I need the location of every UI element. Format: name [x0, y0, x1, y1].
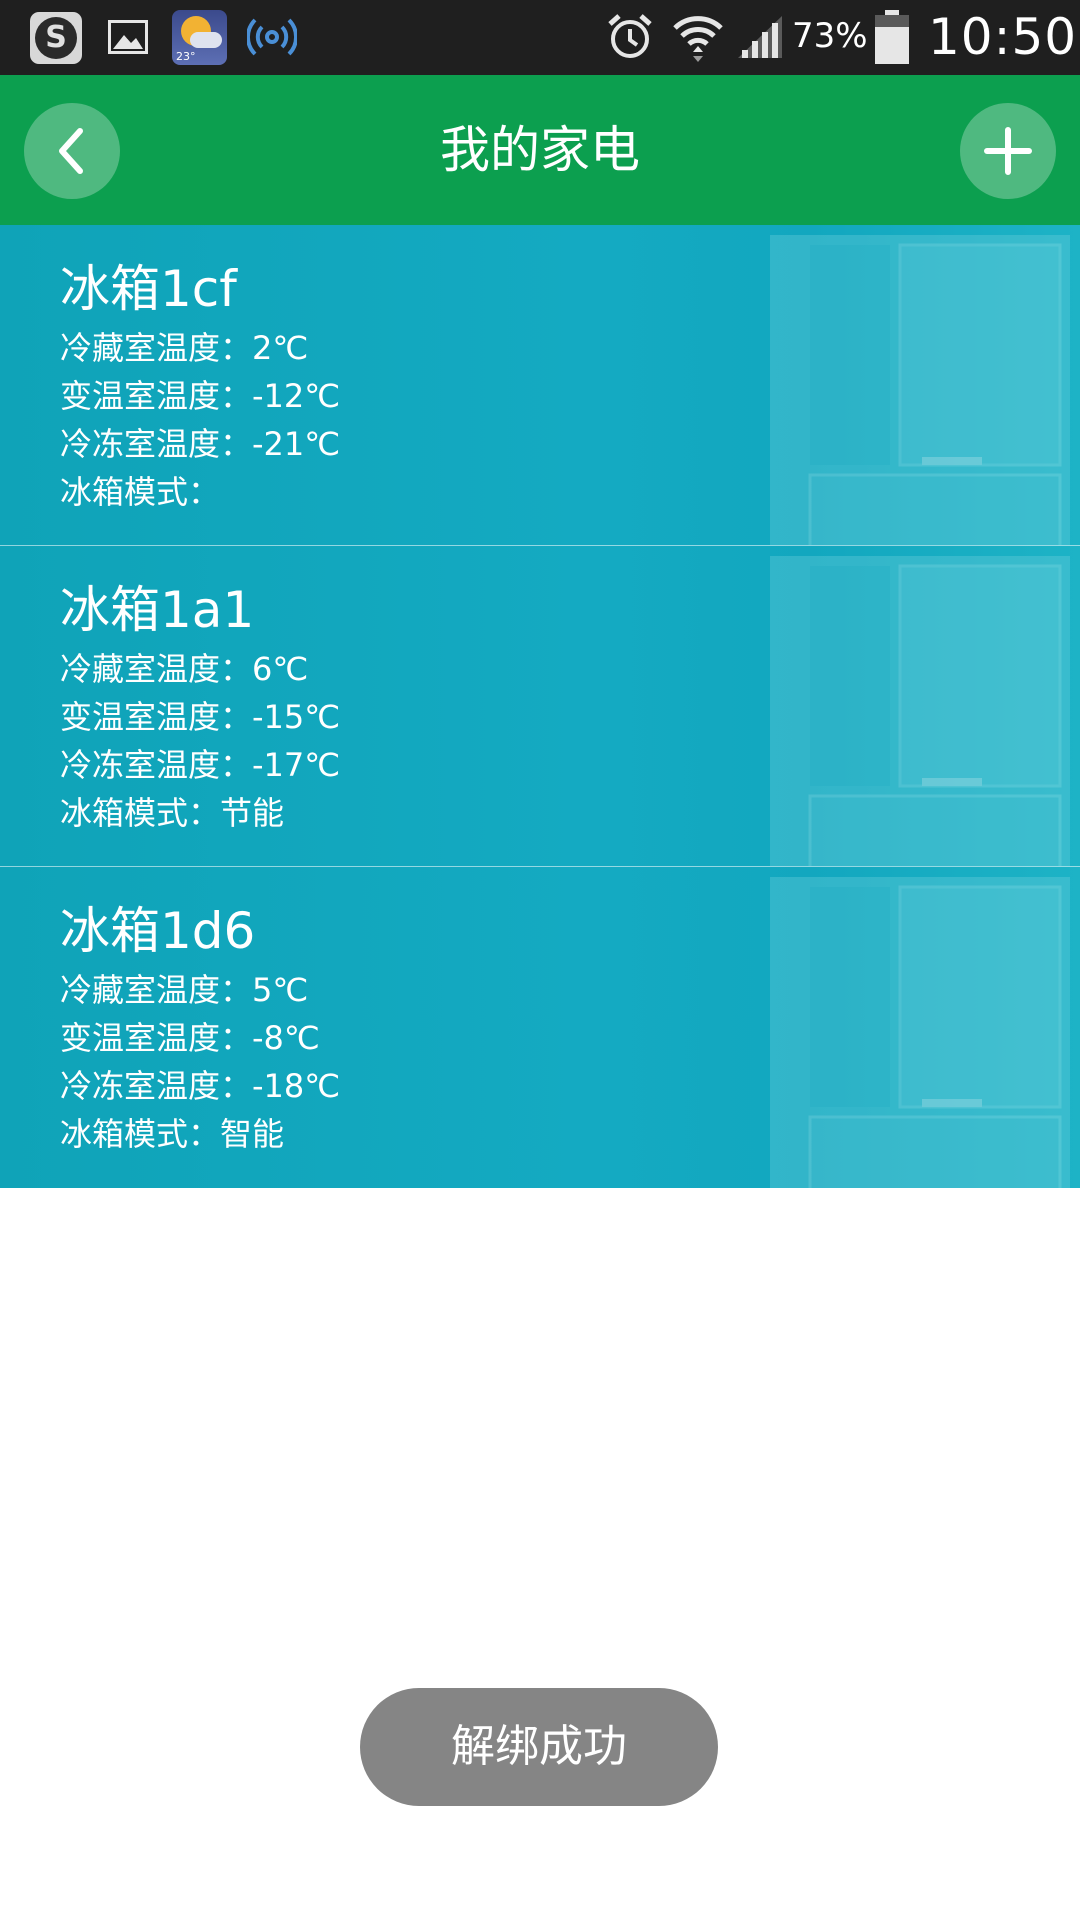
wireless-icon	[244, 8, 300, 66]
status-time: 10:50	[928, 8, 1078, 66]
app-header: 我的家电	[0, 75, 1080, 225]
device-name: 冰箱1d6	[60, 902, 256, 960]
status-bar: S 23° 73% 10:50	[0, 0, 1080, 75]
device-card[interactable]: 冰箱1a1 冷藏室温度：6℃ 变温室温度：-15℃ 冷冻室温度：-17℃ 冰箱模…	[0, 546, 1080, 867]
back-button[interactable]	[24, 103, 120, 199]
battery-icon	[872, 8, 912, 66]
cell-signal-icon	[734, 8, 786, 66]
plus-icon	[984, 127, 1032, 175]
fridge-mode: 冰箱模式：智能	[60, 1115, 285, 1153]
freezer-temp: 冷冻室温度：-18℃	[60, 1067, 341, 1105]
battery-percent: 73%	[792, 16, 868, 56]
gallery-icon	[106, 8, 150, 66]
weather-temp: 23°	[176, 50, 196, 63]
fridge-illustration	[770, 235, 1070, 545]
variable-temp: 变温室温度：-15℃	[60, 698, 341, 736]
device-list: 冰箱1cf 冷藏室温度：2℃ 变温室温度：-12℃ 冷冻室温度：-21℃ 冰箱模…	[0, 225, 1080, 1188]
device-card[interactable]: 冰箱1cf 冷藏室温度：2℃ 变温室温度：-12℃ 冷冻室温度：-21℃ 冰箱模…	[0, 225, 1080, 546]
weather-icon: 23°	[172, 10, 227, 65]
variable-temp: 变温室温度：-8℃	[60, 1019, 320, 1057]
fridge-mode: 冰箱模式：	[60, 473, 221, 511]
add-device-button[interactable]	[960, 103, 1056, 199]
device-name: 冰箱1a1	[60, 581, 255, 639]
page-title: 我的家电	[440, 121, 640, 179]
fridge-illustration	[770, 877, 1070, 1188]
alarm-icon	[603, 8, 657, 66]
fridge-temp: 冷藏室温度：6℃	[60, 650, 309, 688]
chevron-left-icon	[59, 128, 83, 174]
fridge-temp: 冷藏室温度：2℃	[60, 329, 309, 367]
freezer-temp: 冷冻室温度：-21℃	[60, 425, 341, 463]
screen: S 23° 73% 10:50 我的家电 冰箱1cf 冷藏室温度：2℃ 变温室温…	[0, 0, 1080, 1920]
toast-message: 解绑成功	[360, 1688, 718, 1806]
freezer-temp: 冷冻室温度：-17℃	[60, 746, 341, 784]
s-app-icon: S	[30, 12, 82, 64]
device-name: 冰箱1cf	[60, 260, 237, 318]
fridge-illustration	[770, 556, 1070, 866]
fridge-temp: 冷藏室温度：5℃	[60, 971, 309, 1009]
device-card[interactable]: 冰箱1d6 冷藏室温度：5℃ 变温室温度：-8℃ 冷冻室温度：-18℃ 冰箱模式…	[0, 867, 1080, 1188]
variable-temp: 变温室温度：-12℃	[60, 377, 341, 415]
wifi-icon	[670, 8, 726, 66]
fridge-mode: 冰箱模式：节能	[60, 794, 285, 832]
